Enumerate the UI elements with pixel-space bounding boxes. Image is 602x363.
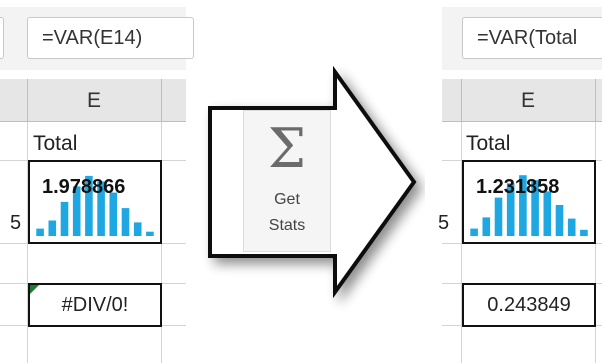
header-cell-total[interactable]: Total [33, 132, 77, 156]
formula-input[interactable] [0, 17, 4, 59]
sparkline-value-label: 1.231858 [476, 176, 560, 198]
row-fragment-value: 5 [10, 212, 22, 234]
sparkline-value-label: 1.978866 [42, 176, 126, 198]
get-stats-label-line1: Get [274, 191, 300, 208]
sparkline-bar [146, 231, 154, 236]
column-header-row: E [442, 79, 602, 122]
sparkline-bar [580, 229, 588, 236]
header-cell-total[interactable]: Total [466, 132, 510, 156]
result-cell[interactable]: #DIV/0! [28, 283, 162, 327]
column-header-e[interactable]: E [27, 79, 161, 121]
sparkline-bar [48, 220, 57, 236]
result-cell[interactable]: 0.243849 [462, 283, 596, 327]
sigma-icon: Σ [267, 117, 307, 180]
get-stats-button[interactable]: Σ Get Stats [243, 110, 331, 252]
sparkline-bar [494, 197, 503, 236]
sparkline-bar [567, 218, 576, 236]
sparkline-bar [60, 201, 69, 236]
before-panel: =VAR(E14) E Total 5 1.978866 #DIV/0! [0, 0, 194, 363]
result-value: #DIV/0! [61, 293, 129, 316]
column-header-e[interactable]: E [461, 79, 595, 121]
formula-text: =VAR(Total [477, 27, 578, 49]
sparkline-bar [482, 217, 491, 236]
formula-bar: =VAR(Total [442, 7, 602, 70]
formula-text: =VAR(E14) [42, 27, 143, 49]
formula-input[interactable]: =VAR(Total [462, 17, 602, 59]
sparkline-cell[interactable]: 1.231858 [462, 160, 596, 244]
result-value: 0.243849 [487, 293, 571, 316]
column-header-row: E [0, 79, 186, 122]
sparkline-bar [133, 222, 142, 236]
get-stats-label-line2: Stats [268, 217, 306, 234]
sparkline-cell[interactable]: 1.978866 [28, 160, 162, 244]
sparkline-bar [470, 228, 478, 236]
sparkline-bar [121, 208, 130, 236]
formula-bar: =VAR(E14) [0, 7, 194, 70]
sparkline-bar [36, 228, 44, 236]
column-divider [161, 79, 162, 121]
after-panel: =VAR(Total E Total 5 1.231858 0.243849 [438, 0, 602, 363]
sparkline-chart [36, 175, 154, 236]
sparkline-bar [109, 192, 118, 236]
formula-input[interactable]: =VAR(E14) [27, 17, 194, 59]
sparkline-chart [470, 175, 588, 236]
column-divider [595, 79, 596, 121]
sparkline-bar [555, 205, 564, 236]
row-fragment-value: 5 [438, 212, 450, 234]
